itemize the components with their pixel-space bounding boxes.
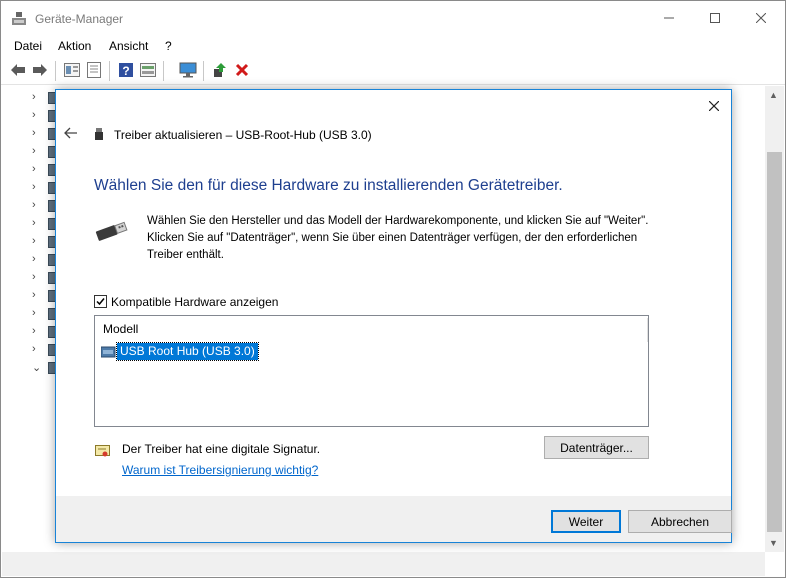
horizontal-scrollbar[interactable] (2, 552, 765, 576)
uninstall-icon[interactable] (233, 61, 251, 79)
svg-text:?: ? (122, 64, 129, 78)
window-title: Geräte-Manager (35, 12, 124, 26)
expand-icon[interactable]: › (32, 217, 36, 229)
properties-icon[interactable] (63, 61, 81, 79)
toolbar-separator (109, 61, 110, 81)
dialog-close-button[interactable] (704, 96, 724, 116)
title-bar[interactable]: Geräte-Manager (1, 1, 785, 35)
toolbar-separator (203, 61, 204, 81)
expand-icon[interactable]: › (32, 145, 36, 157)
expand-icon[interactable]: › (32, 325, 36, 337)
dialog-header: Treiber aktualisieren – USB-Root-Hub (US… (114, 128, 372, 142)
device-view-icon[interactable] (139, 61, 157, 79)
expand-icon[interactable]: › (32, 91, 36, 103)
cancel-button[interactable]: Abbrechen (628, 510, 732, 533)
minimize-icon (664, 17, 674, 19)
help-icon[interactable]: ? (117, 61, 135, 79)
dialog-footer: Weiter Abbrechen (56, 496, 732, 542)
menu-help[interactable]: ? (165, 39, 172, 53)
close-button[interactable] (738, 1, 784, 35)
have-disk-button[interactable]: Datenträger... (544, 436, 649, 459)
close-icon (709, 101, 719, 111)
signing-info-link[interactable]: Warum ist Treibersignierung wichtig? (122, 463, 318, 477)
back-button[interactable] (64, 127, 80, 141)
back-arrow-icon (64, 127, 77, 139)
toolbar-separator (55, 61, 56, 81)
tree-view-icon[interactable] (85, 61, 103, 79)
expand-icon[interactable]: › (32, 199, 36, 211)
dialog-heading: Wählen Sie den für diese Hardware zu ins… (94, 177, 563, 194)
model-column-header[interactable]: Modell (103, 322, 138, 336)
column-divider (647, 318, 648, 342)
maximize-button[interactable] (692, 1, 738, 35)
expand-icon[interactable]: › (32, 289, 36, 301)
next-button[interactable]: Weiter (551, 510, 621, 533)
compatible-hardware-checkbox[interactable] (94, 295, 107, 308)
expand-icon[interactable]: › (32, 127, 36, 139)
close-icon (756, 13, 766, 23)
back-arrow-icon[interactable] (9, 61, 27, 79)
expand-icon[interactable]: › (32, 271, 36, 283)
expand-icon[interactable]: › (32, 253, 36, 265)
expand-icon[interactable]: › (32, 163, 36, 175)
usb-plug-icon (95, 221, 128, 241)
collapse-icon[interactable]: ⌄ (32, 361, 41, 374)
compatible-hardware-label[interactable]: Kompatible Hardware anzeigen (111, 295, 278, 309)
checkmark-icon (96, 298, 105, 306)
maximize-icon (710, 13, 720, 23)
expand-icon[interactable]: › (32, 307, 36, 319)
update-driver-dialog: Treiber aktualisieren – USB-Root-Hub (US… (55, 89, 732, 543)
menu-ansicht[interactable]: Ansicht (109, 39, 148, 53)
menu-bar: Datei Aktion Ansicht ? (1, 35, 785, 57)
device-manager-icon (12, 12, 26, 25)
scrollbar-thumb[interactable] (767, 152, 782, 532)
scroll-down-icon[interactable]: ▼ (769, 538, 778, 548)
usb-hub-icon (101, 346, 116, 358)
toolbar: ? (1, 58, 785, 85)
vertical-scrollbar[interactable]: ▲ ▼ (765, 86, 784, 552)
menu-datei[interactable]: Datei (14, 39, 42, 53)
forward-arrow-icon[interactable] (31, 61, 49, 79)
expand-icon[interactable]: › (32, 235, 36, 247)
scroll-up-icon[interactable]: ▲ (769, 90, 778, 100)
toolbar-separator (163, 61, 164, 81)
minimize-button[interactable] (646, 1, 692, 35)
certificate-icon (95, 445, 110, 457)
menu-aktion[interactable]: Aktion (58, 39, 91, 53)
dialog-description: Wählen Sie den Hersteller und das Modell… (147, 215, 649, 261)
expand-icon[interactable]: › (32, 343, 36, 355)
signature-status: Der Treiber hat eine digitale Signatur. (122, 442, 321, 456)
expand-icon[interactable]: › (32, 109, 36, 121)
model-item-usb-root-hub[interactable]: USB Root Hub (USB 3.0) (116, 342, 259, 361)
monitor-icon[interactable] (179, 61, 197, 79)
usb-device-icon (95, 128, 103, 140)
model-list[interactable]: Modell USB Root Hub (USB 3.0) (94, 315, 649, 427)
update-driver-icon[interactable] (211, 61, 229, 79)
expand-icon[interactable]: › (32, 181, 36, 193)
